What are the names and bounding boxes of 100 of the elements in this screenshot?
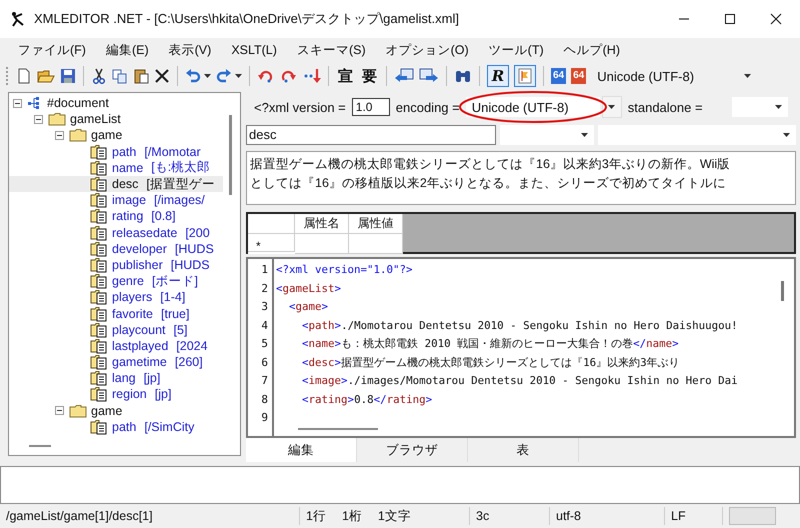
- redo-icon[interactable]: [216, 68, 232, 84]
- node-value: [5]: [174, 322, 188, 337]
- menu-item[interactable]: XSLT(L): [231, 43, 277, 57]
- folder-icon: [48, 112, 66, 126]
- tree-item[interactable]: region [jp]: [9, 386, 223, 403]
- status-line: 1行: [306, 508, 326, 524]
- scroll-thumb[interactable]: [298, 428, 378, 430]
- caret-icon: [581, 133, 588, 137]
- line-number: 1: [260, 262, 269, 278]
- tree-item[interactable]: lastplayed [2024: [9, 338, 223, 354]
- caret-icon: [744, 74, 752, 78]
- tree-item[interactable]: path [/SimCity: [9, 418, 223, 435]
- collapse-toggle[interactable]: [55, 406, 65, 416]
- scroll-thumb[interactable]: [781, 281, 784, 301]
- column-header[interactable]: 属性値: [349, 214, 403, 234]
- tree-item[interactable]: image [/images/: [9, 192, 223, 208]
- attribute-grid[interactable]: 属性名 属性値 *: [246, 212, 796, 254]
- folder-document-icon: [90, 354, 108, 370]
- down-arrow-icon[interactable]: [303, 68, 321, 84]
- line-number: 5: [260, 336, 269, 352]
- menu-item[interactable]: オプション(O): [386, 42, 469, 58]
- copy-icon[interactable]: [112, 68, 128, 84]
- left-arrow-icon[interactable]: [394, 68, 414, 84]
- tree-item[interactable]: releasedate [200: [9, 224, 223, 241]
- toggle-button[interactable]: [514, 65, 536, 87]
- collapse-toggle[interactable]: [34, 114, 44, 124]
- clipboard-icon[interactable]: [133, 68, 149, 84]
- node-label: lastplayed: [112, 338, 168, 353]
- tree-item[interactable]: playcount [5]: [9, 322, 223, 338]
- tree-item[interactable]: players [1-4]: [9, 289, 223, 306]
- delete-icon[interactable]: [154, 68, 170, 84]
- status-chars: 1文字: [378, 508, 411, 524]
- maximize-icon[interactable]: [724, 13, 736, 25]
- content-text-area[interactable]: 据置型ゲーム機の桃太郎電鉄シリーズとしては『16』以来約3年ぶりの新作。Wii版 としては『16』の移植版以来2年ぶりとなる。また、シリーズで初めてタイトルに: [246, 151, 796, 205]
- tree-item[interactable]: rating [0.8]: [9, 208, 223, 224]
- column-header[interactable]: 属性名: [295, 214, 349, 234]
- close-icon[interactable]: [770, 13, 782, 25]
- tree-item[interactable]: game: [9, 127, 223, 144]
- node-label: publisher: [112, 258, 163, 272]
- open-folder-icon[interactable]: [37, 68, 55, 84]
- node-label: genre: [112, 274, 144, 288]
- toolbar-glyph-button[interactable]: 宣: [336, 66, 355, 86]
- tree-item[interactable]: game: [9, 402, 223, 419]
- node-value: [0.8]: [151, 209, 176, 224]
- menu-item[interactable]: 表示(V): [168, 42, 212, 58]
- curved-arrow-icon[interactable]: [257, 68, 275, 84]
- tree-item[interactable]: publisher [HUDS: [9, 256, 223, 274]
- node-value: [HUDS: [174, 242, 214, 256]
- collapse-toggle[interactable]: [13, 98, 23, 108]
- scroll-thumb[interactable]: [229, 115, 232, 195]
- line-number: 3: [260, 299, 269, 315]
- badge-button[interactable]: 64: [551, 68, 566, 84]
- tree-item[interactable]: name [も:桃太郎: [9, 160, 223, 176]
- menu-item[interactable]: ツール(T): [488, 42, 544, 58]
- tree-item[interactable]: desc [据置型ゲー: [9, 176, 223, 192]
- tab[interactable]: 編集: [246, 438, 357, 462]
- element-name-field[interactable]: desc: [246, 125, 496, 145]
- tree-item[interactable]: developer [HUDS: [9, 240, 223, 257]
- encoding-dropdown[interactable]: Unicode (UTF-8): [466, 97, 600, 117]
- caret-icon[interactable]: [235, 74, 242, 78]
- binoculars-icon[interactable]: [454, 68, 472, 84]
- scroll-thumb[interactable]: [29, 445, 51, 447]
- version-field[interactable]: 1.0: [352, 98, 390, 116]
- tree-item[interactable]: favorite [true]: [9, 305, 223, 322]
- folder-document-icon: [90, 144, 108, 160]
- badge-button[interactable]: 64: [571, 68, 586, 84]
- menu-item[interactable]: 編集(E): [106, 42, 149, 58]
- collapse-toggle[interactable]: [55, 130, 65, 140]
- dropdown-button[interactable]: [602, 96, 622, 118]
- menu-item[interactable]: ヘルプ(H): [564, 42, 620, 58]
- node-label: releasedate: [112, 226, 178, 240]
- line-number: 9: [260, 410, 269, 426]
- tree-item[interactable]: genre [ボード]: [9, 273, 223, 290]
- toolbar-grip[interactable]: [6, 67, 11, 85]
- content-line: としては『16』の移植版以来2年ぶりとなる。また、シリーズで初めてタイトルに: [250, 175, 727, 192]
- undo-icon[interactable]: [185, 68, 201, 84]
- folder-document-icon: [90, 256, 108, 273]
- tree-item[interactable]: #document: [9, 95, 223, 112]
- tree-item[interactable]: path [/Momotar: [9, 144, 223, 160]
- toolbar-glyph-button[interactable]: 要: [360, 66, 379, 86]
- node-label: gametime: [112, 355, 167, 370]
- curved-arrow-icon[interactable]: [280, 68, 298, 84]
- folder-document-icon: [90, 160, 108, 176]
- window-title: XMLEDITOR .NET - [C:\Users\hkita\OneDrive\デスクトップ\gamelist.xml]: [34, 10, 459, 28]
- tree-item[interactable]: gametime [260]: [9, 354, 223, 370]
- menu-item[interactable]: スキーマ(S): [296, 42, 366, 58]
- code-line: <rating>0.8</rating>: [301, 392, 434, 408]
- menu-item[interactable]: ファイル(F): [18, 42, 86, 58]
- tree-item[interactable]: lang [jp]: [9, 370, 223, 386]
- code-line: <desc>据置型ゲーム機の桃太郎電鉄シリーズとしては『16』以来約3年ぶり: [301, 354, 681, 370]
- toggle-button[interactable]: R: [487, 65, 509, 87]
- scissors-icon[interactable]: [91, 68, 107, 84]
- right-arrow-icon[interactable]: [419, 68, 439, 84]
- code-editor[interactable]: [246, 257, 796, 438]
- tree-item[interactable]: gameList: [9, 111, 223, 128]
- code-line: <game>: [288, 299, 330, 315]
- new-document-icon[interactable]: [16, 68, 32, 84]
- encoding-select[interactable]: Unicode (UTF-8): [597, 68, 752, 84]
- caret-icon[interactable]: [204, 74, 211, 78]
- status-newline: LF: [665, 507, 723, 525]
